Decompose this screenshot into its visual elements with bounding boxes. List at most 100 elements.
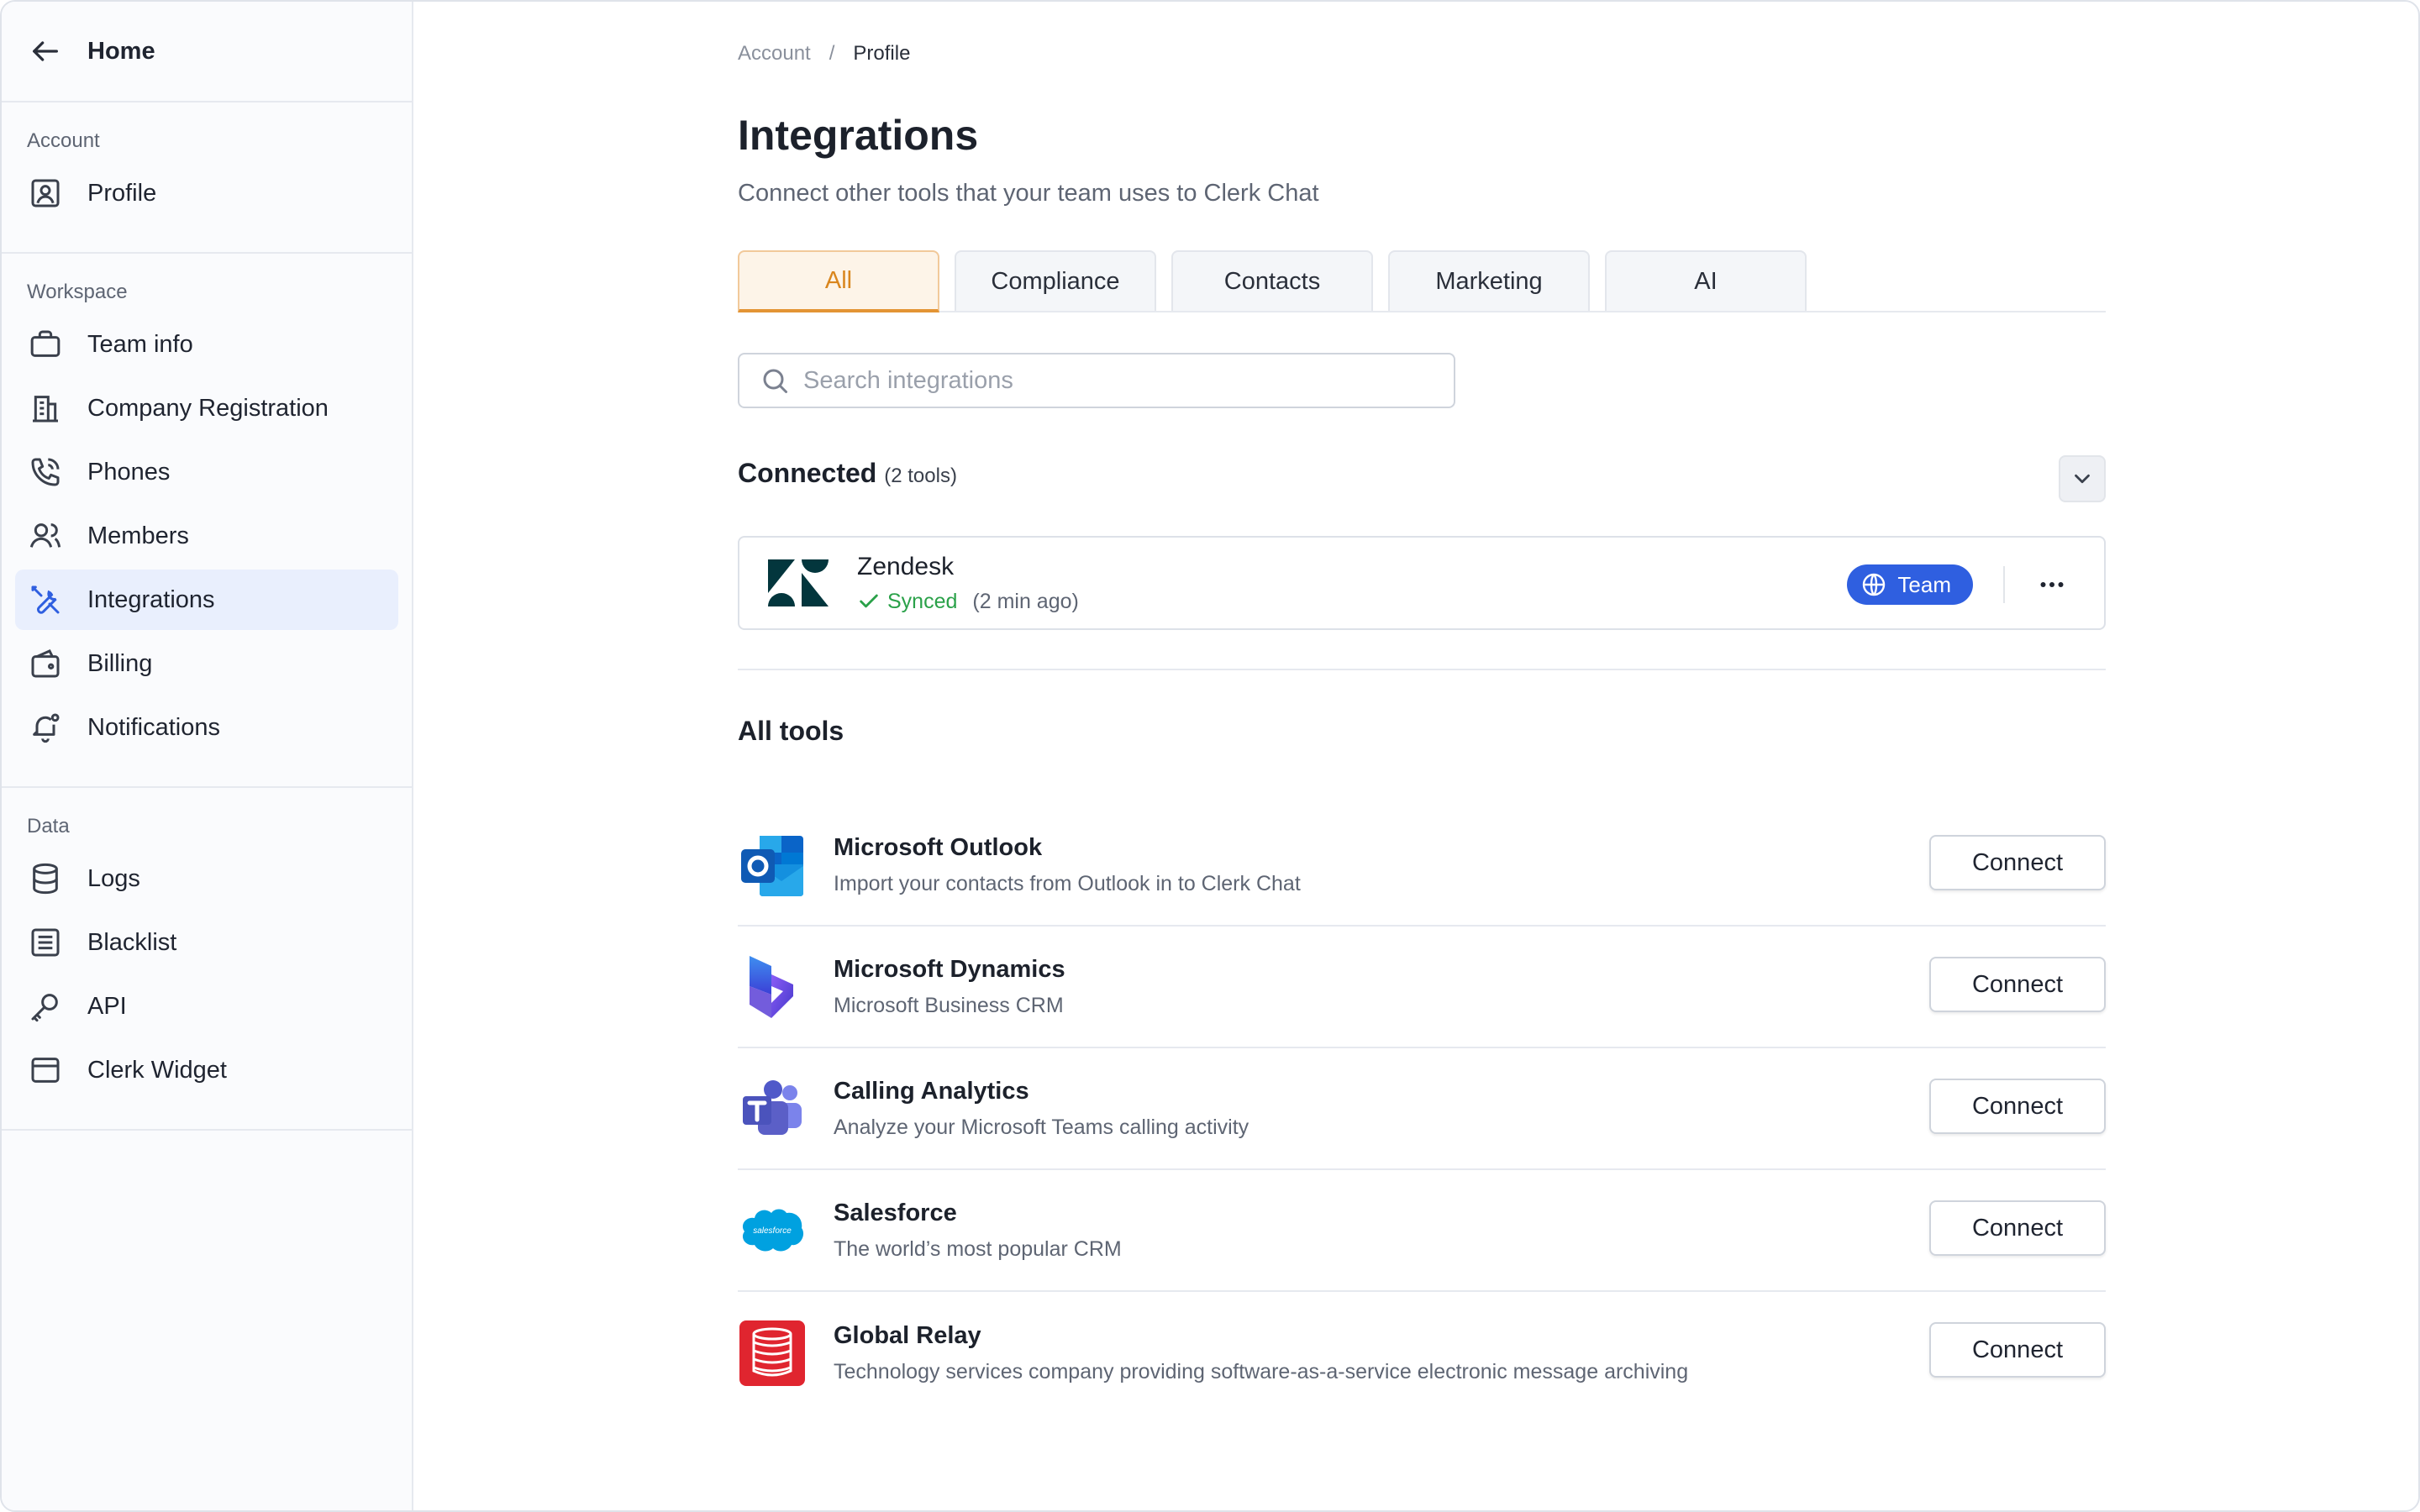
building-icon — [33, 396, 58, 423]
category-tabs: All Compliance Contacts Marketing AI — [738, 250, 2106, 312]
integration-name: Zendesk — [857, 552, 955, 580]
search-icon — [763, 369, 787, 393]
sidebar-item-phones[interactable]: Phones — [15, 442, 398, 502]
breadcrumb-profile: Profile — [853, 42, 911, 65]
breadcrumb-account[interactable]: Account — [738, 42, 811, 66]
tool-row-global-relay: Global Relay Technology services company… — [738, 1292, 2106, 1414]
tool-row-dynamics: Microsoft Dynamics Microsoft Business CR… — [738, 927, 2106, 1048]
search-input[interactable] — [803, 366, 1442, 395]
sidebar-item-clerk-widget[interactable]: Clerk Widget — [15, 1040, 398, 1100]
tab-compliance[interactable]: Compliance — [955, 250, 1156, 311]
connect-outlook-button[interactable]: Connect — [1929, 835, 2106, 890]
sidebar-item-label: Logs — [87, 864, 140, 892]
tool-row-calling-analytics: Calling Analytics Analyze your Microsoft… — [738, 1048, 2106, 1170]
app-window: Home Account Profile Workspace Team info… — [0, 0, 2420, 1512]
tool-description: The world’s most popular CRM — [834, 1236, 1122, 1261]
tool-name: Microsoft Outlook — [834, 833, 1043, 861]
sidebar-item-label: Billing — [87, 649, 153, 677]
sidebar-item-label: API — [87, 992, 127, 1020]
tool-name: Salesforce — [834, 1199, 957, 1226]
global-relay-logo — [739, 1320, 805, 1386]
more-options-button[interactable] — [2028, 561, 2075, 608]
home-label: Home — [87, 37, 155, 65]
section-title-workspace: Workspace — [27, 281, 128, 303]
connect-dynamics-button[interactable]: Connect — [1929, 957, 2106, 1012]
connected-title-text: Connected — [738, 458, 877, 488]
connect-calling-analytics-button[interactable]: Connect — [1929, 1079, 2106, 1134]
team-badge[interactable]: Team — [1847, 564, 1973, 605]
zendesk-logo — [768, 559, 829, 606]
tool-list: Microsoft Outlook Import your contacts f… — [738, 805, 2106, 1414]
tools-icon — [31, 585, 60, 614]
team-badge-label: Team — [1897, 571, 1951, 597]
sidebar-item-api[interactable]: API — [15, 976, 398, 1037]
page-subtitle: Connect other tools that your team uses … — [738, 180, 1319, 207]
teams-logo — [743, 1079, 802, 1135]
section-title-account: Account — [27, 129, 100, 152]
sidebar: Home Account Profile Workspace Team info… — [2, 2, 413, 1510]
tab-contacts[interactable]: Contacts — [1171, 250, 1373, 311]
tool-description: Microsoft Business CRM — [834, 993, 1064, 1017]
sidebar-item-logs[interactable]: Logs — [15, 848, 398, 909]
tab-ai[interactable]: AI — [1605, 250, 1807, 311]
synced-time: (2 min ago) — [972, 589, 1079, 613]
chevron-down-icon — [2075, 474, 2090, 484]
breadcrumb-separator: / — [829, 42, 835, 65]
tool-info: Calling Analytics Analyze your Microsoft… — [834, 1078, 1249, 1140]
sidebar-item-integrations[interactable]: Integrations — [15, 570, 398, 630]
sidebar-item-notifications[interactable]: Notifications — [15, 697, 398, 758]
tool-name: Microsoft Dynamics — [834, 955, 1065, 983]
sidebar-item-members[interactable]: Members — [15, 506, 398, 566]
tool-row-salesforce: salesforce Salesforce The world’s most p… — [738, 1170, 2106, 1292]
sidebar-item-company-registration[interactable]: Company Registration — [15, 378, 398, 438]
sidebar-item-label: Blacklist — [87, 928, 177, 956]
tool-description: Import your contacts from Outlook in to … — [834, 871, 1301, 895]
tool-info: Global Relay Technology services company… — [834, 1322, 1688, 1384]
database-icon — [33, 863, 58, 895]
page-title: Integrations — [738, 112, 979, 159]
collapse-connected-button[interactable] — [2059, 455, 2106, 502]
sync-status: Synced (2 min ago) — [857, 590, 1079, 614]
list-icon — [31, 928, 60, 957]
tool-name: Calling Analytics — [834, 1077, 1029, 1105]
outlook-logo — [741, 835, 803, 896]
sidebar-item-billing[interactable]: Billing — [15, 633, 398, 694]
profile-icon — [31, 179, 60, 207]
connected-count: (2 tools) — [884, 465, 957, 487]
section-divider — [738, 669, 2106, 670]
breadcrumb: Account / Profile — [738, 42, 910, 66]
sidebar-item-label: Integrations — [87, 585, 215, 613]
globe-icon — [1863, 573, 1886, 596]
tool-info: Salesforce The world’s most popular CRM — [834, 1200, 1122, 1262]
connect-global-relay-button[interactable]: Connect — [1929, 1322, 2106, 1378]
arrow-left-icon — [33, 41, 59, 61]
sidebar-item-label: Profile — [87, 179, 157, 207]
nav-section-account: Account Profile — [2, 102, 412, 254]
connected-integration-zendesk: Zendesk Synced (2 min ago) Team — [738, 536, 2106, 630]
card-divider — [2003, 566, 2005, 603]
tool-info: Microsoft Outlook Import your contacts f… — [834, 834, 1301, 896]
tab-marketing[interactable]: Marketing — [1388, 250, 1590, 311]
sidebar-item-label: Members — [87, 522, 189, 549]
connected-header: Connected (2 tools) — [738, 455, 2106, 506]
tab-all[interactable]: All — [738, 250, 939, 312]
search-box — [738, 353, 1455, 408]
salesforce-logo: salesforce — [742, 1209, 804, 1251]
sidebar-item-label: Notifications — [87, 713, 220, 741]
sidebar-item-label: Phones — [87, 458, 171, 486]
phone-icon — [31, 458, 60, 486]
sidebar-item-label: Clerk Widget — [87, 1056, 227, 1084]
sidebar-item-label: Company Registration — [87, 394, 329, 422]
bell-icon — [33, 713, 60, 743]
connect-salesforce-button[interactable]: Connect — [1929, 1200, 2106, 1256]
home-link[interactable]: Home — [2, 2, 412, 102]
nav-section-data: Data Logs Blacklist API Clerk Widget — [2, 788, 412, 1131]
users-icon — [29, 523, 61, 548]
tool-name: Global Relay — [834, 1321, 981, 1349]
sidebar-item-team-info[interactable]: Team info — [15, 314, 398, 375]
connected-title: Connected (2 tools) — [738, 455, 957, 494]
sidebar-item-blacklist[interactable]: Blacklist — [15, 912, 398, 973]
tool-description: Analyze your Microsoft Teams calling act… — [834, 1115, 1249, 1139]
sidebar-item-profile[interactable]: Profile — [15, 163, 398, 223]
sidebar-item-label: Team info — [87, 330, 193, 358]
